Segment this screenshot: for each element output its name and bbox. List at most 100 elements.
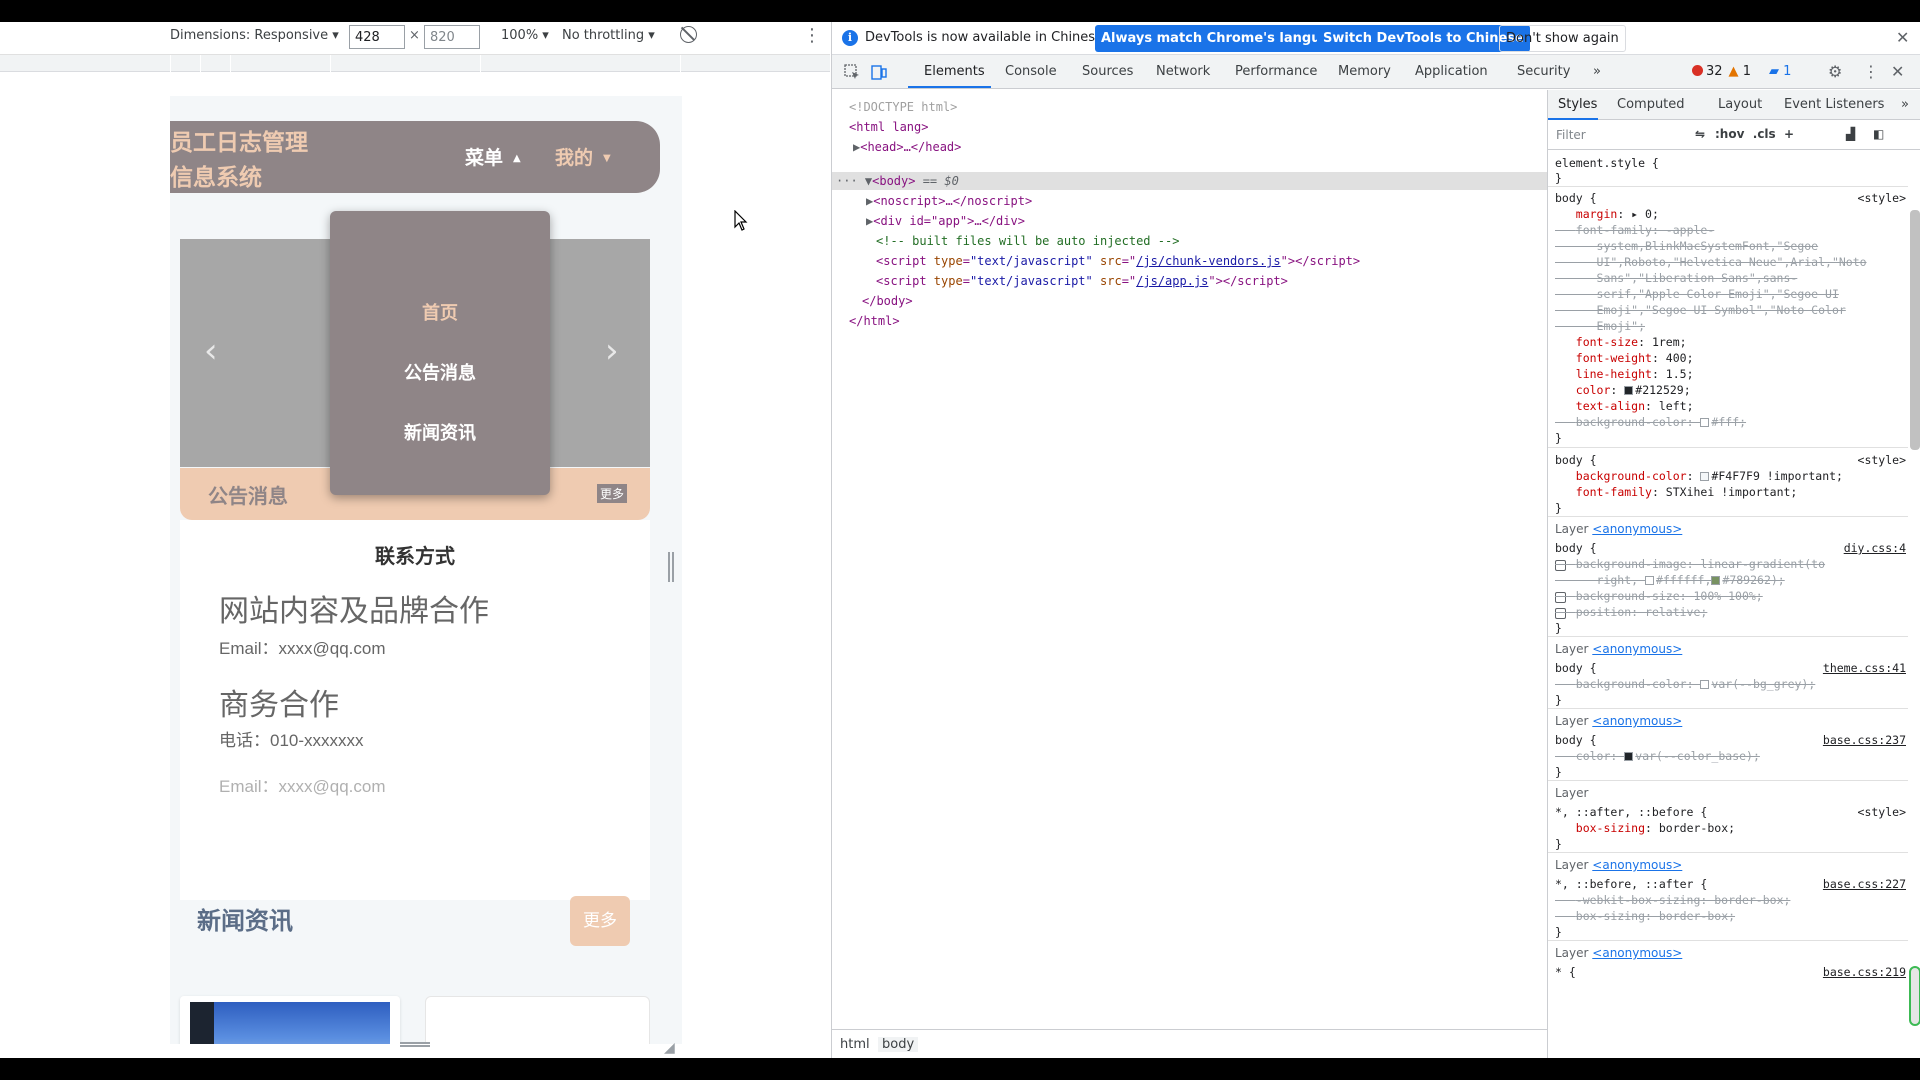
devtools-tab-bar: Elements Console Sources Network Perform… — [832, 55, 1920, 89]
styles-scrollbar[interactable] — [1910, 210, 1920, 450]
script-vendors-link[interactable]: /js/chunk-vendors.js — [1136, 254, 1281, 268]
tab-sources[interactable]: Sources — [1082, 64, 1133, 79]
error-icon — [1692, 65, 1703, 76]
notice-title: 公告消息 — [208, 484, 288, 508]
viewport-resize-corner-icon[interactable]: ◢ — [664, 1040, 675, 1056]
dom-doctype[interactable]: <!DOCTYPE html> — [849, 99, 957, 115]
error-warning-badge[interactable]: 32 ▲ 1 — [1692, 64, 1751, 79]
infobar-message: DevTools is now available in Chinese! — [865, 30, 1109, 45]
layer-anonymous-link[interactable]: <anonymous> — [1592, 946, 1682, 960]
styles-filter-input[interactable]: Filter — [1556, 128, 1586, 142]
viewport-resize-handle-right[interactable] — [668, 552, 674, 582]
dom-html-open[interactable]: <html lang> — [849, 119, 928, 135]
zoom-dropdown[interactable]: 100% ▾ — [501, 28, 549, 43]
dom-noscript[interactable]: ▶<noscript>…</noscript> — [866, 193, 1032, 209]
toggle-sidebar-icon[interactable]: ◧ — [1873, 127, 1884, 141]
paint-icon[interactable]: ▟ — [1846, 127, 1855, 141]
rule-source[interactable]: <style> — [1858, 191, 1906, 206]
disable-cache-icon[interactable] — [680, 26, 697, 43]
more-tabs-icon[interactable]: » — [1593, 64, 1601, 79]
dom-comment[interactable]: <!-- built files will be auto injected -… — [876, 233, 1179, 249]
tab-performance[interactable]: Performance — [1235, 64, 1317, 79]
filter-tools[interactable]: :hov .cls + — [1715, 127, 1794, 141]
more-options-icon[interactable]: ⋮ — [803, 25, 821, 46]
height-input[interactable] — [424, 25, 480, 49]
dom-div-app[interactable]: ▶<div id="app">…</div> — [866, 213, 1025, 229]
message-badge[interactable]: ▰ 1 — [1769, 64, 1791, 79]
toggle-element-state-icon[interactable]: ⇋ — [1695, 127, 1705, 141]
close-devtools-icon[interactable]: ✕ — [1891, 62, 1904, 81]
contact-section2-phone: 电话：010-xxxxxxx — [219, 731, 364, 750]
breadcrumb-html[interactable]: html — [836, 1037, 874, 1052]
tab-elements[interactable]: Elements — [924, 64, 985, 79]
inspect-element-icon[interactable] — [844, 64, 860, 80]
dimensions-dropdown[interactable]: Dimensions: Responsive ▾ — [170, 28, 339, 43]
media-query-ruler[interactable] — [0, 54, 830, 72]
dom-script-vendors[interactable]: <script type="text/javascript" src="/js/… — [876, 253, 1360, 269]
menu-item-news[interactable]: 新闻资讯 — [330, 419, 550, 445]
menu-item-notices[interactable]: 公告消息 — [330, 359, 550, 385]
gear-icon[interactable]: ⚙ — [1828, 62, 1842, 81]
width-input[interactable] — [349, 25, 405, 49]
dom-body-ref: == $0 — [915, 174, 959, 188]
tab-event-listeners[interactable]: Event Listeners — [1784, 97, 1884, 112]
switch-language-button[interactable]: Switch DevTools to Chinese — [1317, 25, 1530, 52]
news-card[interactable] — [180, 996, 400, 1044]
contact-section2-title: 商务合作 — [219, 688, 339, 723]
tab-application[interactable]: Application — [1415, 64, 1488, 79]
kebab-menu-icon[interactable]: ⋮ — [1863, 62, 1879, 81]
dom-body-close[interactable]: </body> — [862, 293, 913, 309]
device-toolbar-icon[interactable] — [871, 64, 887, 80]
contact-section2-email: Email：xxxx@qq.com — [219, 777, 386, 796]
layer-anonymous-link[interactable]: <anonymous> — [1592, 858, 1682, 872]
active-tab-indicator — [908, 86, 991, 88]
error-count: 32 — [1706, 64, 1723, 79]
match-language-button[interactable]: Always match Chrome's language — [1095, 25, 1354, 52]
styles-sidebar: Styles Computed Layout Event Listeners »… — [1547, 90, 1920, 1058]
notice-more-button[interactable]: 更多 — [597, 484, 628, 503]
caret-down-icon: ▼ — [603, 153, 611, 164]
tab-layout[interactable]: Layout — [1718, 97, 1762, 112]
dom-head-label: <head>…</head> — [860, 140, 962, 154]
chevron-right-icon[interactable]: › — [605, 334, 619, 368]
layer-anonymous-link[interactable]: <anonymous> — [1592, 714, 1682, 728]
menu-dropdown: 首页 公告消息 新闻资讯 — [330, 211, 550, 495]
tab-console[interactable]: Console — [1005, 64, 1057, 79]
close-icon[interactable]: ✕ — [1896, 28, 1909, 47]
nav-menu-toggle[interactable]: 菜单 ▲ — [465, 143, 521, 170]
tab-network[interactable]: Network — [1156, 64, 1210, 79]
menu-item-home[interactable]: 首页 — [330, 299, 550, 325]
news-section-title: 新闻资讯 — [197, 906, 293, 935]
layer-anonymous-link[interactable]: <anonymous> — [1592, 522, 1682, 536]
device-emulation-panel: Dimensions: Responsive ▾ × 100% ▾ No thr… — [0, 22, 830, 1058]
news-card[interactable] — [425, 996, 650, 1044]
throttling-dropdown[interactable]: No throttling ▾ — [562, 28, 655, 43]
rule-element-style[interactable]: element.style { — [1555, 156, 1659, 171]
dom-body[interactable]: ··· ▼<body> == $0 — [836, 173, 959, 189]
breadcrumb-body[interactable]: body — [878, 1037, 919, 1052]
dont-show-again-button[interactable]: Don't show again — [1499, 25, 1626, 52]
tab-security[interactable]: Security — [1517, 64, 1570, 79]
message-icon: ▰ — [1769, 64, 1779, 79]
dom-head[interactable]: ▶<head>…</head> — [853, 139, 961, 155]
warning-count: 1 — [1742, 64, 1751, 79]
language-infobar: i DevTools is now available in Chinese! … — [832, 22, 1920, 55]
news-thumbnail — [190, 1002, 390, 1044]
script-app-link[interactable]: /js/app.js — [1136, 274, 1208, 288]
dom-script-app[interactable]: <script type="text/javascript" src="/js/… — [876, 273, 1288, 289]
tab-computed[interactable]: Computed — [1617, 97, 1685, 112]
styles-scroll-handle[interactable] — [1909, 966, 1920, 1026]
warning-icon: ▲ — [1728, 64, 1739, 79]
news-more-button[interactable]: 更多 — [570, 896, 630, 946]
nav-mine-toggle[interactable]: 我的 ▼ — [555, 143, 611, 170]
dom-noscript-label: <noscript>…</noscript> — [873, 194, 1033, 208]
info-icon: i — [842, 30, 858, 46]
chevron-left-icon[interactable]: ‹ — [204, 334, 218, 368]
tab-memory[interactable]: Memory — [1338, 64, 1391, 79]
more-tabs-icon[interactable]: » — [1901, 97, 1909, 112]
viewport-resize-handle-bottom[interactable] — [400, 1042, 430, 1047]
layer-anonymous-link[interactable]: <anonymous> — [1592, 642, 1682, 656]
collapse-triangle-icon[interactable]: ··· ▼ — [836, 174, 872, 188]
tab-styles[interactable]: Styles — [1558, 97, 1597, 112]
dom-html-close[interactable]: </html> — [849, 313, 900, 329]
